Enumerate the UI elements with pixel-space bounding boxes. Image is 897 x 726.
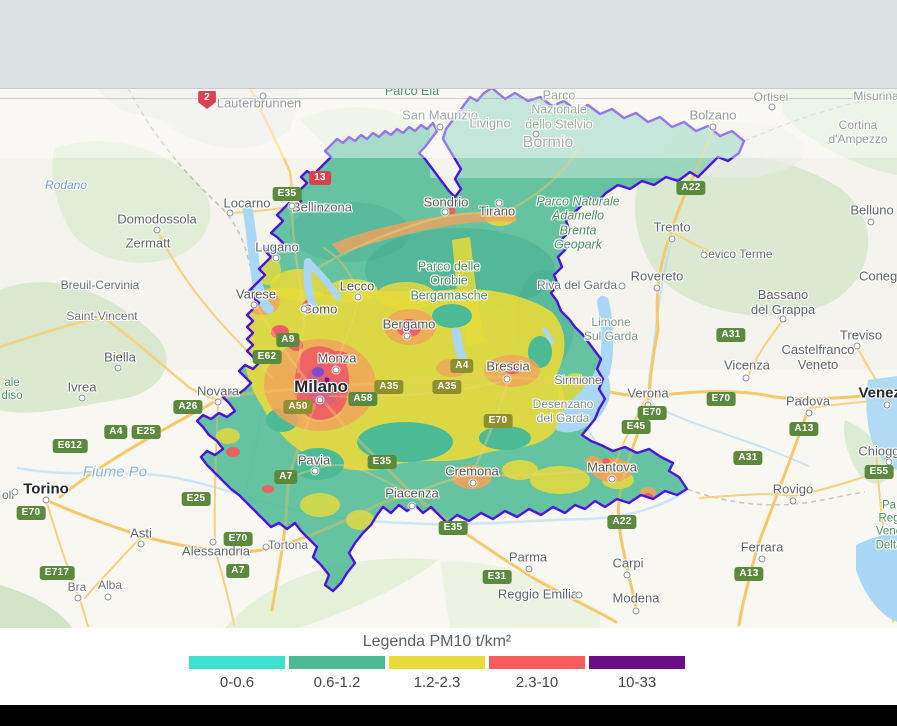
legend-swatch-2-3-10 — [489, 656, 585, 669]
app-window: TorinoMilanoVeneziaVareseComoLeccoSondri… — [0, 0, 897, 726]
legend-title: Legenda PM10 t/km² — [363, 633, 512, 651]
map-graphic — [0, 0, 897, 726]
legend-swatch-0-6-1-2 — [289, 656, 385, 669]
legend-label-0-0-6: 0-0.6 — [189, 674, 285, 691]
map-canvas[interactable] — [0, 0, 897, 726]
legend-label-10-33: 10-33 — [589, 674, 685, 691]
legend-label-1-2-2-3: 1.2-2.3 — [389, 674, 485, 691]
legend-swatch-0-0-6 — [189, 656, 285, 669]
legend-swatch-10-33 — [589, 656, 685, 669]
legend: Legenda PM10 t/km² 0-0.60.6-1.21.2-2.32.… — [0, 628, 897, 705]
legend-swatch-1-2-2-3 — [389, 656, 485, 669]
bottom-bar — [0, 705, 897, 726]
top-bar — [0, 0, 897, 89]
legend-label-2-3-10: 2.3-10 — [489, 674, 585, 691]
legend-label-0-6-1-2: 0.6-1.2 — [289, 674, 385, 691]
